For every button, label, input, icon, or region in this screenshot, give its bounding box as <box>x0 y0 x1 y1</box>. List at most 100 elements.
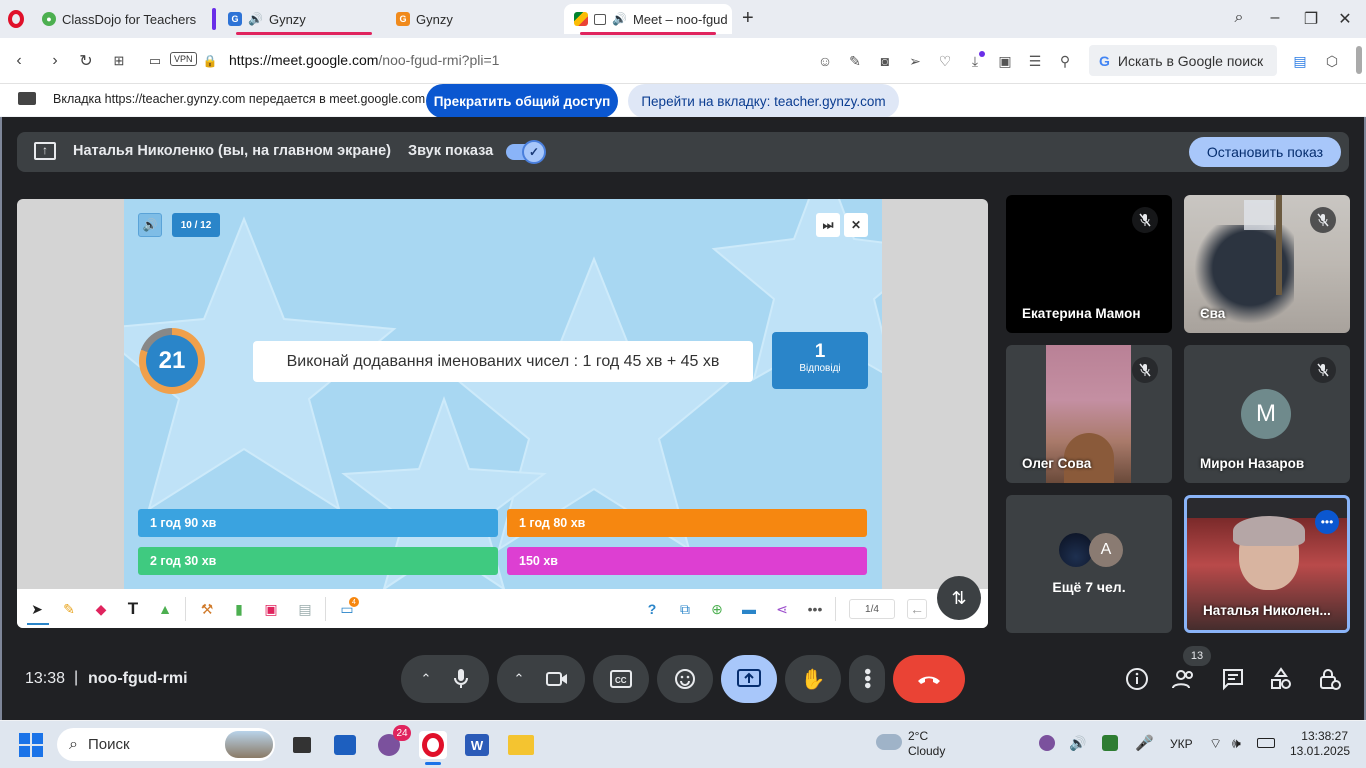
people-icon[interactable]: 13 <box>1171 646 1211 692</box>
mic-control[interactable]: ⌃ <box>401 655 489 703</box>
snapshot-icon[interactable]: ◙ <box>875 51 895 71</box>
pencil-icon[interactable]: ✎ <box>59 599 79 619</box>
meeting-info-icon[interactable] <box>1124 666 1150 692</box>
wallet-icon[interactable]: ▣ <box>995 51 1015 71</box>
easy-setup-icon[interactable]: ☰ <box>1025 51 1045 71</box>
self-tile[interactable]: ••• Наталья Николен... <box>1184 495 1350 633</box>
stop-presenting-button[interactable]: Остановить показ <box>1189 137 1341 167</box>
more-participants-tile[interactable]: A Ещё 7 чел. <box>1006 495 1172 633</box>
back-icon[interactable]: ‹ <box>8 50 30 72</box>
viber-icon[interactable]: 24 <box>375 725 411 759</box>
profile-icon[interactable]: ⚲ <box>1055 51 1075 71</box>
heart-icon[interactable]: ♡ <box>935 51 955 71</box>
participant-tile[interactable]: Олег Сова <box>1006 345 1172 483</box>
search-tabs-icon[interactable]: ⌕ <box>1228 9 1250 27</box>
scrollbar[interactable] <box>1356 46 1362 74</box>
system-clock[interactable]: 13:38:27 13.01.2025 <box>1290 729 1350 759</box>
download-icon[interactable]: ⤓ <box>965 51 985 71</box>
more-options-button[interactable]: ••• <box>849 655 885 703</box>
layout-icon[interactable]: ▤ <box>295 599 315 619</box>
share-icon[interactable]: ⋖ <box>772 599 792 619</box>
windows-start-icon[interactable] <box>18 732 44 758</box>
answer-option-3[interactable]: 2 год 30 хв <box>138 547 498 575</box>
tab-overview-icon[interactable]: ⊞ <box>108 50 130 72</box>
save-icon[interactable]: ⧉ <box>675 599 695 619</box>
opera-logo-icon[interactable] <box>8 10 24 28</box>
media-icon[interactable]: ▣ <box>261 599 281 619</box>
present-button[interactable] <box>721 655 777 703</box>
maximize-icon[interactable]: ❐ <box>1300 9 1322 29</box>
vpn-badge[interactable]: VPN <box>170 52 197 66</box>
leave-call-button[interactable] <box>893 655 965 703</box>
chevron-up-icon[interactable]: ⌃ <box>514 671 525 687</box>
captions-button[interactable]: CC <box>593 655 649 703</box>
mic-icon[interactable] <box>453 668 469 690</box>
library-icon[interactable]: ▮ <box>229 599 249 619</box>
emoji-icon[interactable]: ☺ <box>815 51 835 71</box>
new-tab-button[interactable]: + <box>742 7 754 30</box>
camera-icon[interactable]: ▭ <box>144 50 166 72</box>
microsoft-store-icon[interactable] <box>331 731 359 759</box>
close-window-icon[interactable]: ✕ <box>1334 9 1356 29</box>
host-controls-icon[interactable] <box>1316 666 1342 692</box>
activities-icon[interactable] <box>1268 666 1294 692</box>
skip-button[interactable]: ⏭ <box>816 213 840 237</box>
chat-icon[interactable] <box>1220 666 1246 692</box>
viber-tray-icon[interactable] <box>1039 735 1055 751</box>
tab-classdojo[interactable]: ● ClassDojo for Teachers <box>32 4 207 34</box>
taskbar-search[interactable]: ⌕ Поиск <box>57 728 275 761</box>
close-quiz-button[interactable]: ✕ <box>844 213 868 237</box>
audio-button[interactable]: 🔊 <box>138 213 162 237</box>
video-camera-icon[interactable] <box>546 671 568 687</box>
pointer-icon[interactable]: ➤ <box>27 599 47 619</box>
eraser-icon[interactable]: ◆ <box>91 599 111 619</box>
forward-icon[interactable]: › <box>44 50 66 72</box>
participant-tile[interactable]: M Мирон Назаров <box>1184 345 1350 483</box>
google-search-box[interactable]: G Искать в Google поиск <box>1089 45 1277 76</box>
help-icon[interactable]: ? <box>642 599 662 619</box>
chat-icon[interactable]: ▭ 4 <box>337 597 359 619</box>
file-explorer-icon[interactable] <box>507 731 535 759</box>
speaker-tray-icon[interactable]: 🔊 <box>1069 735 1086 752</box>
lock-icon[interactable]: 🔒 <box>199 50 221 72</box>
sidebar-icon[interactable]: ▤ <box>1290 51 1310 71</box>
raise-hand-button[interactable]: ✋ <box>785 655 841 703</box>
wifi-icon[interactable]: ⌔ <box>1209 735 1222 753</box>
microphone-tray-icon[interactable]: 🎤 <box>1135 734 1154 752</box>
text-tool-icon[interactable]: T <box>123 599 143 619</box>
opera-icon[interactable] <box>419 731 447 765</box>
url-field[interactable]: https://meet.google.com/noo-fgud-rmi?pli… <box>229 52 499 68</box>
tab-gynzy-audio[interactable]: G 🔊 Gynzy <box>218 4 388 35</box>
sound-toggle[interactable]: ✓ <box>506 140 546 164</box>
answer-option-1[interactable]: 1 год 90 хв <box>138 509 498 537</box>
swap-layout-button[interactable]: ⇅ <box>937 576 981 620</box>
answer-option-2[interactable]: 1 год 80 хв <box>507 509 867 537</box>
volume-icon[interactable]: 🕪 <box>1232 735 1241 752</box>
word-icon[interactable]: W <box>463 731 491 759</box>
answer-option-4[interactable]: 150 хв <box>507 547 867 575</box>
participant-tile[interactable]: Екатерина Мамон <box>1006 195 1172 333</box>
battery-icon[interactable] <box>1257 738 1275 748</box>
extensions-icon[interactable]: ⬡ <box>1322 51 1342 71</box>
page-indicator[interactable]: 1/4 <box>849 599 895 619</box>
tools-icon[interactable]: ⚒ <box>197 599 217 619</box>
participant-tile[interactable]: Єва <box>1184 195 1350 333</box>
chevron-up-icon[interactable]: ⌃ <box>421 671 432 687</box>
language-indicator[interactable]: УКР <box>1170 737 1193 751</box>
stop-sharing-button[interactable]: Прекратить общий доступ <box>426 84 618 118</box>
task-view-icon[interactable] <box>288 731 316 759</box>
camera-control[interactable]: ⌃ <box>497 655 585 703</box>
reactions-button[interactable] <box>657 655 713 703</box>
more-options-icon[interactable]: ••• <box>1315 510 1339 534</box>
prev-page-icon[interactable]: ← <box>907 599 927 619</box>
minimize-icon[interactable]: – <box>1264 9 1286 27</box>
edit-icon[interactable]: ✎ <box>845 51 865 71</box>
add-page-icon[interactable]: ⊕ <box>707 599 727 619</box>
folder-icon[interactable]: ▬ <box>739 599 759 619</box>
reload-icon[interactable]: ↻ <box>75 50 97 72</box>
go-to-tab-button[interactable]: Перейти на вкладку: teacher.gynzy.com <box>628 84 899 118</box>
tab-meet[interactable]: 🔊 Meet – noo-fgud-r <box>564 4 732 35</box>
more-icon[interactable]: ••• <box>805 599 825 619</box>
send-icon[interactable]: ➢ <box>905 51 925 71</box>
security-icon[interactable] <box>1102 735 1118 751</box>
